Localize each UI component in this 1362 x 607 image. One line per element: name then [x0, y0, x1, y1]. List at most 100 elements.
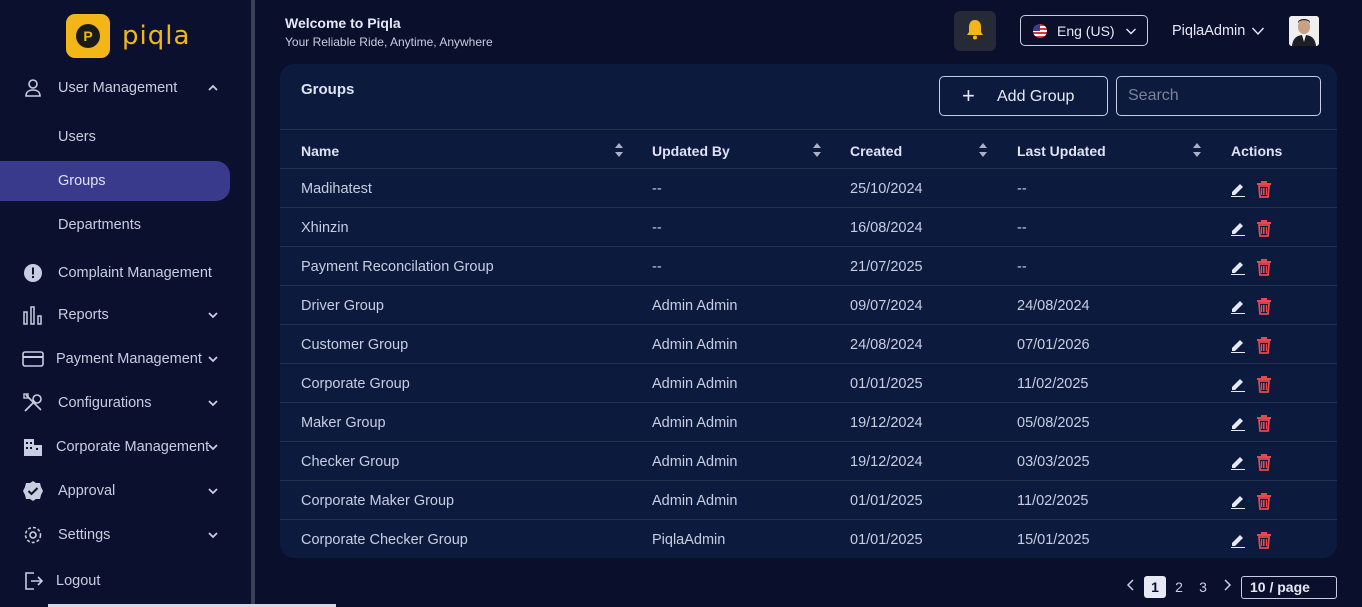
- cell-name: Customer Group: [301, 337, 409, 353]
- table-row: Corporate Group Admin Admin 01/01/2025 11/0…: [280, 364, 1337, 403]
- sidebar-divider[interactable]: [251, 0, 255, 607]
- user-menu[interactable]: PiqlaAdmin: [1172, 23, 1245, 39]
- delete-icon[interactable]: [1256, 453, 1272, 471]
- search-input[interactable]: [1116, 76, 1321, 116]
- sidebar-item-corporate-management[interactable]: Corporate Management: [0, 427, 240, 467]
- chevron-down-icon: [1125, 24, 1137, 40]
- sidebar: P piqla User Management Users Groups Dep…: [0, 0, 251, 607]
- edit-icon[interactable]: [1230, 415, 1246, 431]
- edit-icon[interactable]: [1230, 181, 1246, 197]
- delete-icon[interactable]: [1256, 375, 1272, 393]
- page-3[interactable]: 3: [1192, 576, 1214, 598]
- delete-icon[interactable]: [1256, 414, 1272, 432]
- delete-icon[interactable]: [1256, 531, 1272, 549]
- cell-updated-by: Admin Admin: [652, 337, 738, 353]
- sidebar-item-label: Configurations: [58, 395, 152, 411]
- cell-updated-by: Admin Admin: [652, 493, 738, 509]
- sidebar-item-departments[interactable]: Departments: [0, 205, 230, 245]
- sidebar-item-label: Users: [58, 129, 96, 145]
- cell-created: 21/07/2025: [850, 259, 923, 275]
- page-size-select[interactable]: 10 / page: [1241, 576, 1337, 599]
- delete-icon[interactable]: [1256, 336, 1272, 354]
- welcome-subtitle: Your Reliable Ride, Anytime, Anywhere: [285, 35, 493, 49]
- cell-created: 16/08/2024: [850, 220, 923, 236]
- column-header-created[interactable]: Created: [850, 143, 902, 159]
- edit-icon[interactable]: [1230, 259, 1246, 275]
- sort-icon[interactable]: [1192, 142, 1202, 158]
- logo: P piqla: [66, 14, 190, 58]
- cell-name: Checker Group: [301, 454, 400, 470]
- sidebar-item-reports[interactable]: Reports: [0, 295, 240, 335]
- column-header-updated-by[interactable]: Updated By: [652, 143, 730, 159]
- delete-icon[interactable]: [1256, 219, 1272, 237]
- avatar[interactable]: [1289, 16, 1319, 46]
- sidebar-item-logout[interactable]: Logout: [0, 561, 240, 601]
- edit-icon[interactable]: [1230, 376, 1246, 392]
- edit-icon[interactable]: [1230, 337, 1246, 353]
- cell-name: Driver Group: [301, 298, 384, 314]
- edit-icon[interactable]: [1230, 454, 1246, 470]
- sidebar-item-user-management[interactable]: User Management: [0, 68, 240, 108]
- prev-page-icon[interactable]: [1126, 578, 1136, 595]
- welcome-title: Welcome to Piqla: [285, 15, 401, 31]
- table-row: Xhinzin -- 16/08/2024 --: [280, 208, 1337, 247]
- cell-created: 25/10/2024: [850, 181, 923, 197]
- page-title: Groups: [301, 81, 355, 98]
- sidebar-item-label: Groups: [58, 173, 106, 189]
- tools-icon: [22, 392, 44, 414]
- sidebar-item-label: Reports: [58, 307, 109, 323]
- sidebar-item-label: Logout: [56, 573, 101, 589]
- edit-icon[interactable]: [1230, 493, 1246, 509]
- sidebar-item-label: Settings: [58, 527, 111, 543]
- credit-card-icon: [22, 348, 44, 370]
- chevron-down-icon: [206, 528, 220, 542]
- cell-updated-by: PiqlaAdmin: [652, 532, 726, 548]
- notifications-button[interactable]: [954, 11, 996, 51]
- edit-icon[interactable]: [1230, 220, 1246, 236]
- page-1[interactable]: 1: [1144, 576, 1166, 598]
- sort-icon[interactable]: [614, 142, 624, 158]
- language-select[interactable]: Eng (US): [1020, 15, 1148, 46]
- cell-name: Corporate Group: [301, 376, 410, 392]
- sidebar-item-label: Approval: [58, 483, 116, 499]
- column-header-name[interactable]: Name: [301, 143, 339, 159]
- delete-icon[interactable]: [1256, 297, 1272, 315]
- sidebar-item-payment-management[interactable]: Payment Management: [0, 339, 240, 379]
- cell-name: Corporate Maker Group: [301, 493, 455, 509]
- sort-icon[interactable]: [812, 142, 822, 158]
- delete-icon[interactable]: [1256, 180, 1272, 198]
- cell-created: 01/01/2025: [850, 493, 923, 509]
- cell-updated-by: Admin Admin: [652, 298, 738, 314]
- sidebar-item-groups[interactable]: Groups: [0, 161, 230, 201]
- cell-last-updated: 05/08/2025: [1017, 415, 1090, 431]
- delete-icon[interactable]: [1256, 258, 1272, 276]
- us-flag-icon: [1033, 23, 1047, 38]
- sort-icon[interactable]: [978, 142, 988, 158]
- sidebar-item-complaint-management[interactable]: Complaint Management: [0, 253, 240, 293]
- sidebar-item-approval[interactable]: Approval: [0, 471, 240, 511]
- edit-icon[interactable]: [1230, 532, 1246, 548]
- table-row: Checker Group Admin Admin 19/12/2024 03/03/…: [280, 442, 1337, 481]
- chevron-up-icon: [206, 81, 220, 95]
- edit-icon[interactable]: [1230, 298, 1246, 314]
- cell-last-updated: 11/02/2025: [1017, 493, 1089, 509]
- sidebar-item-label: User Management: [58, 80, 178, 96]
- delete-icon[interactable]: [1256, 492, 1272, 510]
- sidebar-item-configurations[interactable]: Configurations: [0, 383, 240, 423]
- next-page-icon[interactable]: [1222, 578, 1232, 595]
- table-row: Customer Group Admin Admin 24/08/2024 07/01…: [280, 325, 1337, 364]
- sidebar-item-settings[interactable]: Settings: [0, 515, 240, 555]
- cell-name: Maker Group: [301, 415, 386, 431]
- cell-last-updated: 24/08/2024: [1017, 298, 1090, 314]
- cell-last-updated: --: [1017, 220, 1027, 236]
- chevron-down-icon[interactable]: [1251, 24, 1265, 42]
- sidebar-item-users[interactable]: Users: [0, 117, 230, 157]
- add-group-button[interactable]: + Add Group: [939, 76, 1108, 116]
- logo-mark: P: [76, 24, 100, 48]
- column-header-last-updated[interactable]: Last Updated: [1017, 143, 1106, 159]
- verified-badge-icon: [22, 480, 44, 502]
- table-header: Name Updated By Created Last Updated Act…: [280, 129, 1337, 169]
- cell-updated-by: --: [652, 181, 662, 197]
- table-row: Madihatest -- 25/10/2024 --: [280, 169, 1337, 208]
- page-2[interactable]: 2: [1168, 576, 1190, 598]
